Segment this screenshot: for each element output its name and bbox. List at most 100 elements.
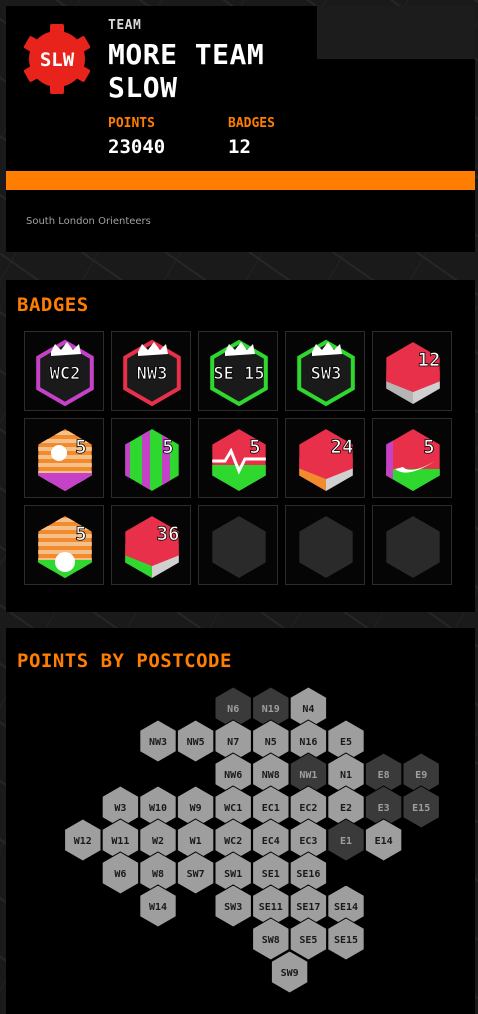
postcode-label: N6 bbox=[227, 704, 239, 715]
badge-label: SE 15 bbox=[213, 364, 264, 384]
postcode-label: EC1 bbox=[262, 803, 280, 814]
badge[interactable]: 5 bbox=[111, 418, 191, 498]
badge-label: SW3 bbox=[311, 364, 342, 384]
badge-hexagon: NW3 bbox=[123, 339, 181, 407]
badge-slot-empty bbox=[285, 505, 365, 585]
badges-count-label: BADGES bbox=[228, 116, 275, 131]
badge-hexagon: 5 bbox=[125, 429, 179, 491]
postcode-label: SE17 bbox=[296, 902, 320, 913]
badge[interactable]: 5 bbox=[198, 418, 278, 498]
badge-label: 5 bbox=[249, 436, 260, 458]
badge-label: 5 bbox=[75, 523, 86, 545]
postcode-label: E8 bbox=[378, 770, 390, 781]
badge[interactable]: 36 bbox=[111, 505, 191, 585]
points-value: 23040 bbox=[108, 136, 166, 158]
postcode-label: E5 bbox=[340, 737, 352, 748]
postcode-hex[interactable]: SE15 bbox=[327, 917, 365, 961]
postcode-label: N5 bbox=[265, 737, 277, 748]
postcode-hex[interactable]: NW5 bbox=[176, 719, 215, 763]
team-header: SLW TEAM MORE TEAM SLOW POINTS 23040 BAD… bbox=[6, 6, 475, 252]
badge-hexagon bbox=[386, 516, 440, 578]
postcode-label: E1 bbox=[340, 836, 352, 847]
badge[interactable]: SE 15 bbox=[198, 331, 278, 411]
postcode-label: N1 bbox=[340, 770, 352, 781]
postcode-label: W14 bbox=[149, 902, 167, 913]
postcode-label: N19 bbox=[262, 704, 280, 715]
postcode-label: NW3 bbox=[149, 737, 167, 748]
badge-hexagon: 36 bbox=[125, 516, 180, 578]
postcode-hex[interactable]: SW7 bbox=[176, 851, 215, 895]
badge-label: WC2 bbox=[50, 364, 81, 384]
postcode-label: W8 bbox=[152, 869, 164, 880]
team-name-line-2: SLOW bbox=[108, 71, 178, 104]
postcode-label: SE11 bbox=[259, 902, 283, 913]
postcode-label: E2 bbox=[340, 803, 352, 814]
postcode-label: W1 bbox=[190, 836, 202, 847]
badge-label: NW3 bbox=[137, 364, 168, 384]
postcode-hex[interactable]: SW9 bbox=[270, 950, 309, 994]
badge-hexagon bbox=[299, 516, 353, 578]
postcode-hex[interactable]: SW3 bbox=[214, 884, 252, 928]
postcode-label: E3 bbox=[378, 803, 390, 814]
postcode-hex[interactable]: E14 bbox=[364, 818, 403, 862]
postcode-label: SE15 bbox=[334, 935, 358, 946]
postcode-label: W11 bbox=[111, 836, 129, 847]
badge[interactable]: NW3 bbox=[111, 331, 191, 411]
badge[interactable]: 5 bbox=[372, 418, 452, 498]
badge-hexagon: 5 bbox=[38, 516, 92, 578]
badge[interactable]: SW3 bbox=[285, 331, 365, 411]
badge[interactable]: 12 bbox=[372, 331, 452, 411]
postcode-hex[interactable]: W6 bbox=[101, 851, 140, 895]
postcode-label: W12 bbox=[74, 836, 92, 847]
badge-hexagon bbox=[212, 516, 266, 578]
postcode-label: W9 bbox=[190, 803, 202, 814]
postcode-hex[interactable]: SW8 bbox=[252, 917, 290, 961]
postcode-label: SE1 bbox=[262, 869, 280, 880]
postcode-label: SE14 bbox=[334, 902, 358, 913]
postcode-label: SW1 bbox=[224, 869, 242, 880]
postcode-label: WC1 bbox=[224, 803, 242, 814]
postcode-hex[interactable]: E1 bbox=[327, 818, 365, 862]
badge-hexagon: 5 bbox=[38, 429, 92, 491]
badge-hexagon: SE 15 bbox=[210, 339, 268, 407]
postcode-label: EC3 bbox=[299, 836, 317, 847]
postcode-label: SW7 bbox=[187, 869, 205, 880]
postcode-hex[interactable]: NW3 bbox=[139, 719, 177, 763]
badge-hexagon: WC2 bbox=[36, 339, 94, 407]
postcode-label: SE16 bbox=[296, 869, 320, 880]
badges-count-value: 12 bbox=[228, 136, 251, 158]
badge-hexagon: 5 bbox=[212, 429, 266, 491]
postcode-label: W2 bbox=[152, 836, 164, 847]
postcode-label: SE5 bbox=[299, 935, 317, 946]
badge[interactable]: 5 bbox=[24, 418, 104, 498]
postcode-hex[interactable]: SE5 bbox=[289, 917, 328, 961]
badge-label: 5 bbox=[75, 436, 86, 458]
badge[interactable]: 5 bbox=[24, 505, 104, 585]
postcode-label: NW1 bbox=[299, 770, 317, 781]
postcode-label: NW5 bbox=[187, 737, 205, 748]
postcode-label: E14 bbox=[375, 836, 393, 847]
postcode-label: W6 bbox=[114, 869, 126, 880]
postcode-label: SW9 bbox=[281, 968, 299, 979]
postcode-panel: POINTS BY POSTCODE N6 N19 N4 NW3 NW5 N7 N5 N16 E… bbox=[6, 628, 475, 1014]
badge[interactable]: WC2 bbox=[24, 331, 104, 411]
postcode-label: SW8 bbox=[262, 935, 280, 946]
postcode-label: EC2 bbox=[299, 803, 317, 814]
postcode-hex[interactable]: W14 bbox=[139, 884, 177, 928]
postcode-label: NW6 bbox=[224, 770, 242, 781]
club-name: South London Orienteers bbox=[26, 216, 151, 227]
badge-hexagon: 12 bbox=[386, 342, 441, 404]
badge-label: 12 bbox=[418, 349, 441, 371]
badge-hexagon: 24 bbox=[299, 429, 354, 491]
badge-hexagon: SW3 bbox=[297, 339, 355, 407]
team-name: MORE TEAM SLOW bbox=[108, 38, 318, 104]
postcode-label: NW8 bbox=[262, 770, 280, 781]
postcode-label: E15 bbox=[412, 803, 430, 814]
badge[interactable]: 24 bbox=[285, 418, 365, 498]
postcode-label: N4 bbox=[302, 704, 314, 715]
badge-label: 5 bbox=[162, 436, 173, 458]
points-label: POINTS bbox=[108, 116, 155, 131]
badges-title: BADGES bbox=[17, 294, 89, 316]
postcode-hex[interactable]: E15 bbox=[402, 785, 440, 829]
postcode-hex[interactable]: W12 bbox=[64, 818, 102, 862]
